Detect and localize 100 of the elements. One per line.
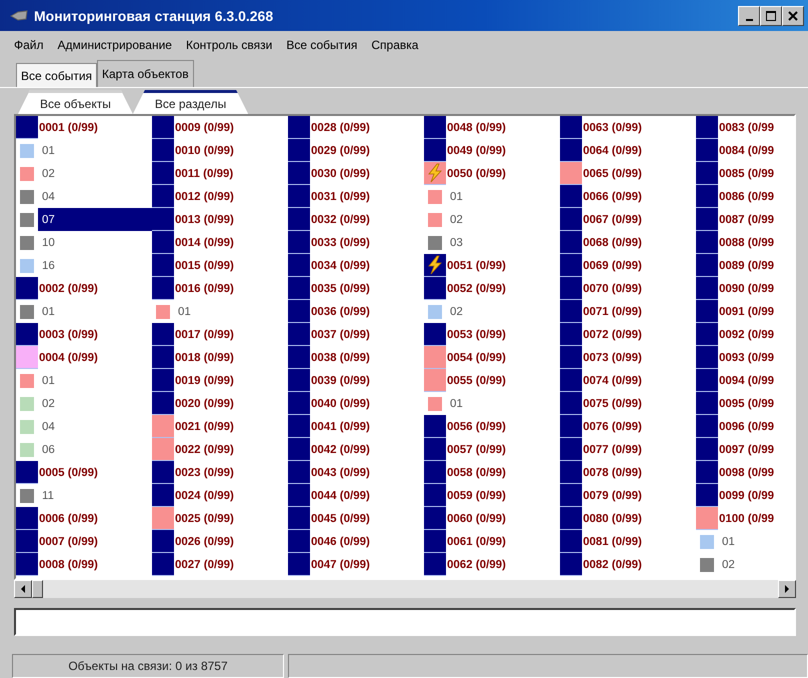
- object-item[interactable]: 0013 (0/99): [174, 208, 234, 231]
- section-item[interactable]: 11: [38, 484, 152, 507]
- object-item[interactable]: 0068 (0/99): [582, 231, 642, 254]
- object-item[interactable]: 0056 (0/99): [446, 415, 506, 438]
- section-item[interactable]: 02: [446, 208, 560, 231]
- object-item[interactable]: 0050 (0/99): [446, 162, 506, 185]
- tab[interactable]: Все разделы: [132, 90, 248, 114]
- object-item[interactable]: 0003 (0/99): [38, 323, 98, 346]
- object-item[interactable]: 0087 (0/99: [718, 208, 774, 231]
- menu-item[interactable]: Справка: [371, 38, 418, 52]
- object-item[interactable]: 0005 (0/99): [38, 461, 98, 484]
- object-item[interactable]: 0040 (0/99): [310, 392, 370, 415]
- tab[interactable]: Карта объектов: [97, 60, 194, 87]
- object-item[interactable]: 0078 (0/99): [582, 461, 642, 484]
- object-item[interactable]: 0097 (0/99: [718, 438, 774, 461]
- object-item[interactable]: 0089 (0/99: [718, 254, 774, 277]
- object-item[interactable]: 0071 (0/99): [582, 300, 642, 323]
- tab[interactable]: Все объекты: [18, 90, 133, 114]
- object-item[interactable]: 0063 (0/99): [582, 116, 642, 139]
- object-item[interactable]: 0084 (0/99: [718, 139, 774, 162]
- object-item[interactable]: 0007 (0/99): [38, 530, 98, 553]
- object-item[interactable]: 0060 (0/99): [446, 507, 506, 530]
- section-item[interactable]: 01: [718, 530, 794, 553]
- object-item[interactable]: 0024 (0/99): [174, 484, 234, 507]
- object-item[interactable]: 0086 (0/99: [718, 185, 774, 208]
- object-item[interactable]: 0061 (0/99): [446, 530, 506, 553]
- object-item[interactable]: 0064 (0/99): [582, 139, 642, 162]
- object-item[interactable]: 0093 (0/99: [718, 346, 774, 369]
- object-item[interactable]: 0044 (0/99): [310, 484, 370, 507]
- object-item[interactable]: 0077 (0/99): [582, 438, 642, 461]
- object-item[interactable]: 0010 (0/99): [174, 139, 234, 162]
- section-item[interactable]: 02: [38, 162, 152, 185]
- object-item[interactable]: 0028 (0/99): [310, 116, 370, 139]
- object-item[interactable]: 0030 (0/99): [310, 162, 370, 185]
- object-item[interactable]: 0069 (0/99): [582, 254, 642, 277]
- object-item[interactable]: 0094 (0/99: [718, 369, 774, 392]
- object-item[interactable]: 0048 (0/99): [446, 116, 506, 139]
- object-item[interactable]: 0046 (0/99): [310, 530, 370, 553]
- object-item[interactable]: 0051 (0/99): [446, 254, 506, 277]
- object-item[interactable]: 0085 (0/99: [718, 162, 774, 185]
- object-item[interactable]: 0041 (0/99): [310, 415, 370, 438]
- object-item[interactable]: 0034 (0/99): [310, 254, 370, 277]
- object-item[interactable]: 0062 (0/99): [446, 553, 506, 576]
- section-item[interactable]: 01: [38, 300, 152, 323]
- section-item[interactable]: 01: [174, 300, 288, 323]
- section-item[interactable]: 03: [446, 231, 560, 254]
- menu-item[interactable]: Контроль связи: [186, 38, 272, 52]
- object-item[interactable]: 0039 (0/99): [310, 369, 370, 392]
- object-item[interactable]: 0075 (0/99): [582, 392, 642, 415]
- input-field[interactable]: [14, 608, 796, 636]
- horizontal-scrollbar[interactable]: [14, 580, 796, 598]
- tab[interactable]: Все события: [16, 63, 98, 87]
- object-item[interactable]: 0055 (0/99): [446, 369, 506, 392]
- object-item[interactable]: 0090 (0/99: [718, 277, 774, 300]
- object-item[interactable]: 0047 (0/99): [310, 553, 370, 576]
- object-item[interactable]: 0088 (0/99: [718, 231, 774, 254]
- object-item[interactable]: 0098 (0/99: [718, 461, 774, 484]
- object-item[interactable]: 0049 (0/99): [446, 139, 506, 162]
- object-item[interactable]: 0057 (0/99): [446, 438, 506, 461]
- section-item[interactable]: 01: [446, 185, 560, 208]
- object-item[interactable]: 0018 (0/99): [174, 346, 234, 369]
- section-item[interactable]: 04: [38, 415, 152, 438]
- object-item[interactable]: 0083 (0/99: [718, 116, 774, 139]
- object-item[interactable]: 0037 (0/99): [310, 323, 370, 346]
- object-item[interactable]: 0095 (0/99: [718, 392, 774, 415]
- section-item[interactable]: 01: [38, 369, 152, 392]
- section-item[interactable]: 06: [38, 438, 152, 461]
- object-item[interactable]: 0022 (0/99): [174, 438, 234, 461]
- scroll-right-button[interactable]: [778, 580, 796, 598]
- object-item[interactable]: 0032 (0/99): [310, 208, 370, 231]
- scroll-left-button[interactable]: [14, 580, 32, 598]
- section-item[interactable]: 10: [38, 231, 152, 254]
- object-item[interactable]: 0029 (0/99): [310, 139, 370, 162]
- object-item[interactable]: 0012 (0/99): [174, 185, 234, 208]
- section-item[interactable]: 16: [38, 254, 152, 277]
- object-item[interactable]: 0023 (0/99): [174, 461, 234, 484]
- scroll-thumb[interactable]: [32, 580, 43, 598]
- object-item[interactable]: 0042 (0/99): [310, 438, 370, 461]
- object-item[interactable]: 0080 (0/99): [582, 507, 642, 530]
- menu-item[interactable]: Все события: [286, 38, 358, 52]
- object-item[interactable]: 0070 (0/99): [582, 277, 642, 300]
- object-item[interactable]: 0053 (0/99): [446, 323, 506, 346]
- object-item[interactable]: 0059 (0/99): [446, 484, 506, 507]
- object-item[interactable]: 0096 (0/99: [718, 415, 774, 438]
- object-item[interactable]: 0076 (0/99): [582, 415, 642, 438]
- object-item[interactable]: 0021 (0/99): [174, 415, 234, 438]
- object-item[interactable]: 0035 (0/99): [310, 277, 370, 300]
- object-item[interactable]: 0072 (0/99): [582, 323, 642, 346]
- close-button[interactable]: [782, 6, 804, 26]
- section-item[interactable]: 07: [38, 208, 152, 231]
- menu-item[interactable]: Файл: [14, 38, 44, 52]
- object-item[interactable]: 0066 (0/99): [582, 185, 642, 208]
- object-item[interactable]: 0015 (0/99): [174, 254, 234, 277]
- object-item[interactable]: 0052 (0/99): [446, 277, 506, 300]
- object-item[interactable]: 0006 (0/99): [38, 507, 98, 530]
- section-item[interactable]: 04: [38, 185, 152, 208]
- object-item[interactable]: 0008 (0/99): [38, 553, 98, 576]
- object-item[interactable]: 0016 (0/99): [174, 277, 234, 300]
- object-item[interactable]: 0081 (0/99): [582, 530, 642, 553]
- object-item[interactable]: 0036 (0/99): [310, 300, 370, 323]
